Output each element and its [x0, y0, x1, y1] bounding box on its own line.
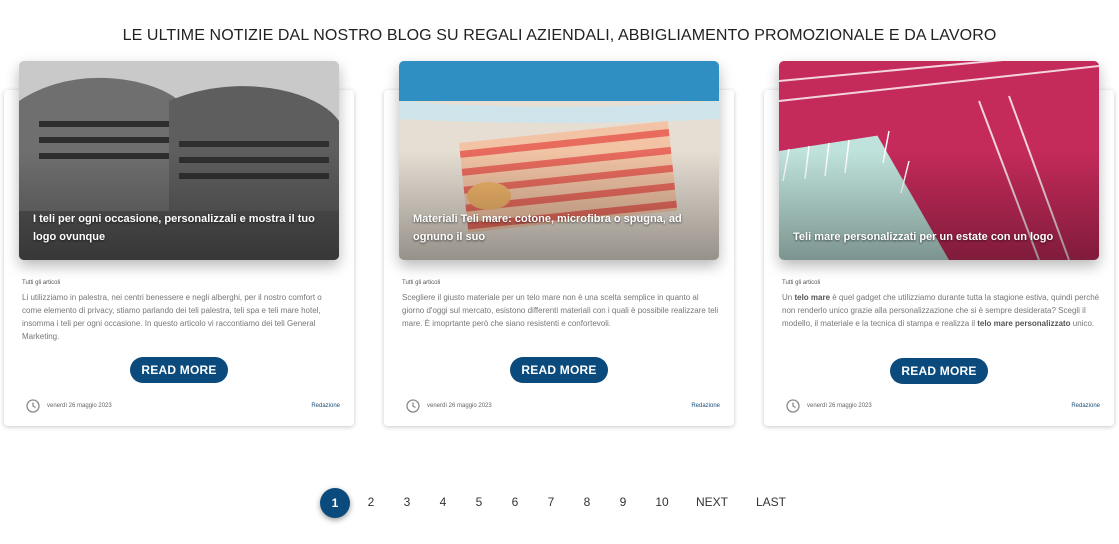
read-more-button[interactable]: READ MORE [890, 358, 988, 384]
post-excerpt: Li utilizziamo in palestra, nei centri b… [22, 293, 322, 341]
page-link[interactable]: 6 [506, 488, 524, 518]
post-author[interactable]: Redazione [1071, 403, 1100, 409]
page-link[interactable]: 10 [650, 488, 674, 518]
post-category[interactable]: Tutti gli articoli [782, 280, 820, 286]
post-meta: venerdì 26 maggio 2023 Redazione [406, 399, 720, 415]
page-link[interactable]: 3 [398, 488, 416, 518]
post-meta: venerdì 26 maggio 2023 Redazione [786, 399, 1100, 415]
page-link[interactable]: 2 [362, 488, 380, 518]
post-excerpt: Scegliere il giusto materiale per un tel… [402, 293, 719, 328]
section-title: LE ULTIME NOTIZIE DAL NOSTRO BLOG SU REG… [122, 27, 997, 44]
post-author[interactable]: Redazione [691, 403, 720, 409]
last-page-link[interactable]: LAST [752, 488, 790, 518]
next-page-link[interactable]: NEXT [692, 488, 732, 518]
page-link[interactable]: 8 [578, 488, 596, 518]
page-link[interactable]: 9 [614, 488, 632, 518]
clock-icon [406, 399, 420, 413]
page-current[interactable]: 1 [320, 488, 350, 518]
clock-icon [786, 399, 800, 413]
read-more-button[interactable]: READ MORE [130, 357, 228, 383]
post-category[interactable]: Tutti gli articoli [402, 280, 440, 286]
keyword-bold: telo mare [794, 293, 831, 302]
post-meta: venerdì 26 maggio 2023 Redazione [26, 399, 340, 415]
read-more-button[interactable]: READ MORE [510, 357, 608, 383]
page-link[interactable]: 7 [542, 488, 560, 518]
keyword-bold: telo mare personalizzato [977, 319, 1071, 328]
post-author[interactable]: Redazione [311, 403, 340, 409]
clock-icon [26, 399, 40, 413]
pagination: 1 2 3 4 5 6 7 8 9 10 NEXT LAST [0, 488, 1119, 518]
post-category[interactable]: Tutti gli articoli [22, 280, 60, 286]
post-date: venerdì 26 maggio 2023 [47, 403, 112, 409]
page-link[interactable]: 4 [434, 488, 452, 518]
page-link[interactable]: 5 [470, 488, 488, 518]
post-excerpt: Un telo mare è quel gadget che utilizzia… [782, 293, 1100, 328]
post-date: venerdì 26 maggio 2023 [427, 403, 492, 409]
post-date: venerdì 26 maggio 2023 [807, 403, 872, 409]
